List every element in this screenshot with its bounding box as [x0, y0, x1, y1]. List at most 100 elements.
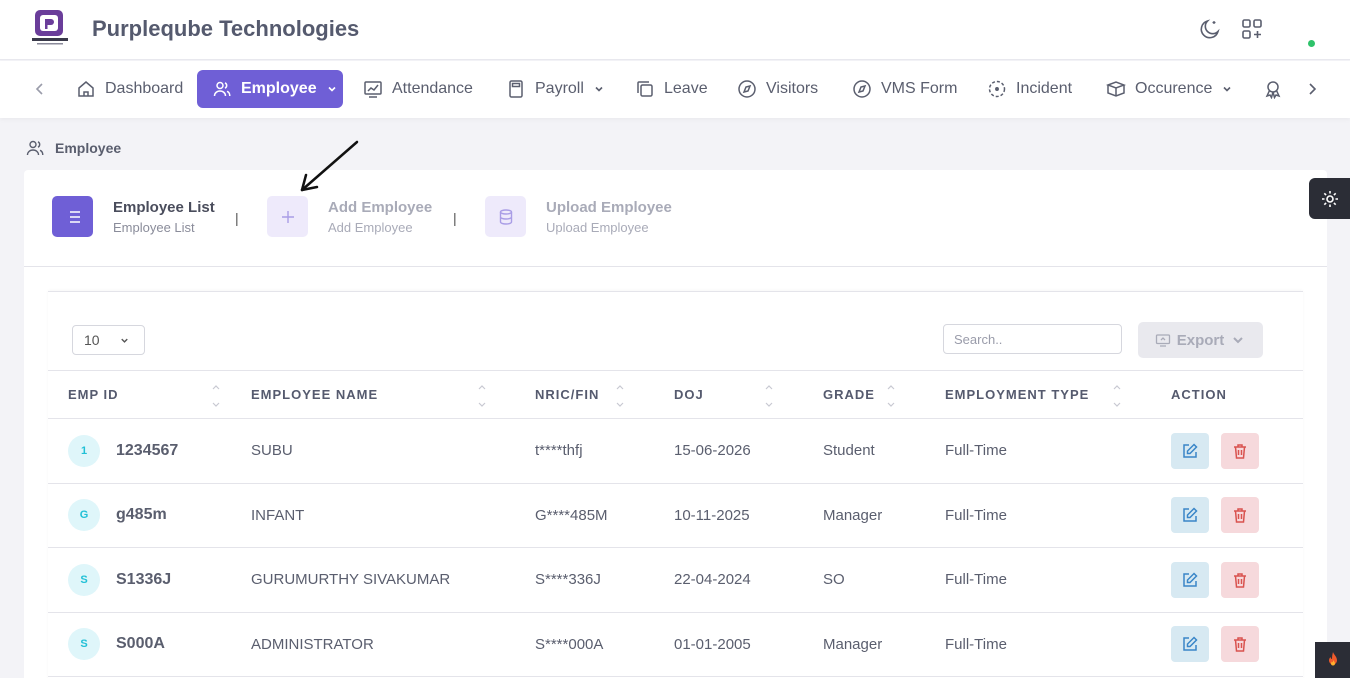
- nav-label: Leave: [664, 80, 708, 97]
- column-header-employee-name[interactable]: EMPLOYEE NAME: [231, 370, 515, 419]
- nav-item-attendance[interactable]: Attendance: [363, 70, 473, 108]
- nav-item-vms-form[interactable]: VMS Form: [852, 70, 957, 108]
- sort-icon: [478, 385, 486, 407]
- edit-button[interactable]: [1171, 497, 1209, 534]
- step-title: Upload Employee: [546, 198, 672, 216]
- nav-label: Occurence: [1135, 80, 1213, 97]
- nav-item-leave[interactable]: Leave: [635, 70, 708, 108]
- trash-icon: [1234, 573, 1246, 588]
- nav-item-award[interactable]: [1263, 70, 1283, 108]
- award-icon: [1265, 81, 1281, 99]
- employee-card: Employee List Employee List | Add Employ…: [24, 170, 1327, 678]
- trash-icon: [1234, 508, 1246, 523]
- grade: Manager: [803, 612, 925, 677]
- column-header-emp-id[interactable]: EMP ID: [48, 370, 231, 419]
- employee-name: ADMINISTRATOR: [231, 612, 515, 677]
- delete-button[interactable]: [1221, 432, 1259, 469]
- grade: Manager: [803, 483, 925, 548]
- nric-fin: t****thfj: [515, 418, 654, 484]
- nric-fin: S****000A: [515, 612, 654, 677]
- delete-button[interactable]: [1221, 497, 1259, 534]
- top-header: Purpleqube Technologies: [0, 0, 1350, 60]
- step-add-employee[interactable]: Add Employee Add Employee: [267, 196, 432, 237]
- nav-label: Payroll: [535, 80, 584, 97]
- doj: 22-04-2024: [654, 547, 803, 613]
- nav-item-payroll[interactable]: Payroll: [506, 70, 605, 108]
- chevron-down-icon: [328, 86, 336, 92]
- edit-icon: [1183, 443, 1198, 458]
- list-icon: [52, 196, 93, 237]
- column-header-grade[interactable]: GRADE: [803, 370, 925, 419]
- nav-scroll-right-icon[interactable]: [1302, 79, 1322, 99]
- nav-item-occurence[interactable]: Occurence: [1106, 70, 1233, 108]
- edit-button[interactable]: [1171, 626, 1209, 663]
- step-employee-list[interactable]: Employee List Employee List: [52, 196, 215, 237]
- export-button[interactable]: Export: [1138, 322, 1263, 358]
- table-header-row: EMP ID EMPLOYEE NAME NRIC/FIN DOJ GRADE …: [48, 370, 1303, 419]
- chart-icon: [364, 81, 382, 98]
- edit-button[interactable]: [1171, 561, 1209, 598]
- employment-type: Full-Time: [925, 612, 1151, 677]
- company-name: Purpleqube Technologies: [92, 16, 360, 41]
- trash-icon: [1234, 637, 1246, 652]
- focus-icon: [988, 80, 1006, 98]
- employee-name: SUBU: [231, 418, 515, 484]
- page-size-select[interactable]: 10: [72, 325, 145, 355]
- employment-type: Full-Time: [925, 483, 1151, 548]
- compass-icon: [738, 80, 756, 98]
- nav-item-employee[interactable]: Employee: [197, 70, 343, 108]
- employment-type: Full-Time: [925, 418, 1151, 484]
- chevron-down-icon: [595, 86, 603, 92]
- column-label: GRADE: [823, 387, 875, 402]
- plus-icon: [267, 196, 308, 237]
- online-status-dot: [1308, 40, 1315, 47]
- search-input[interactable]: [943, 324, 1122, 354]
- emp-id: 1234567: [116, 441, 179, 459]
- annotation-arrow: [300, 140, 359, 192]
- nric-fin: G****485M: [515, 483, 654, 548]
- employee-steps: Employee List Employee List | Add Employ…: [24, 170, 1327, 267]
- table-row[interactable]: S S1336J GURUMURTHY SIVAKUMAR S****336J 2…: [48, 547, 1303, 613]
- nav-label: Visitors: [766, 80, 819, 97]
- settings-toggle-button[interactable]: [1309, 178, 1350, 219]
- nav-item-incident[interactable]: Incident: [987, 70, 1072, 108]
- table-row[interactable]: Gg485m INFANT G****485M 10-11-2025 Manag…: [48, 483, 1303, 548]
- main-nav: Dashboard Employee Attendance Payroll Le…: [0, 61, 1350, 118]
- delete-button[interactable]: [1221, 626, 1259, 663]
- employee-table: EMP ID EMPLOYEE NAME NRIC/FIN DOJ GRADE …: [48, 370, 1303, 677]
- nav-item-dashboard[interactable]: Dashboard: [76, 70, 183, 108]
- users-icon: [213, 81, 231, 97]
- nav-item-visitors[interactable]: Visitors: [737, 70, 818, 108]
- step-title: Add Employee: [328, 198, 433, 216]
- edit-button[interactable]: [1171, 432, 1209, 469]
- table-row[interactable]: 1 1234567 SUBU t****thfj 15-06-2026 Stude…: [48, 418, 1303, 484]
- sort-icon: [887, 385, 895, 407]
- avatar: 1: [68, 434, 100, 467]
- step-upload-employee[interactable]: Upload Employee Upload Employee: [485, 196, 672, 237]
- fire-widget-button[interactable]: [1315, 642, 1350, 678]
- nav-scroll-left-icon[interactable]: [30, 79, 50, 99]
- employment-type: Full-Time: [925, 547, 1151, 613]
- delete-button[interactable]: [1221, 561, 1259, 598]
- column-label: ACTION: [1171, 387, 1227, 402]
- breadcrumb: Employee: [25, 138, 121, 158]
- employee-name: INFANT: [231, 483, 515, 548]
- home-icon: [78, 81, 94, 97]
- fire-icon: [1328, 652, 1337, 666]
- moon-icon[interactable]: [1198, 17, 1222, 41]
- doj: 15-06-2026: [654, 418, 803, 484]
- apps-add-icon[interactable]: [1240, 17, 1264, 41]
- chevron-down-icon: [1223, 86, 1231, 92]
- column-header-employment-type[interactable]: EMPLOYMENT TYPE: [925, 370, 1151, 419]
- company-logo[interactable]: [31, 9, 69, 47]
- emp-id: S1336J: [116, 570, 172, 588]
- sort-icon: [212, 385, 220, 407]
- emp-id: S000A: [116, 635, 165, 653]
- nav-label: Incident: [1016, 80, 1073, 97]
- nav-label: Attendance: [392, 80, 473, 97]
- table-row[interactable]: S S000A ADMINISTRATOR S****000A 01-01-200…: [48, 612, 1303, 677]
- edit-icon: [1183, 507, 1198, 522]
- step-separator: |: [235, 210, 239, 226]
- column-header-nric-fin[interactable]: NRIC/FIN: [515, 370, 654, 419]
- column-header-doj[interactable]: DOJ: [654, 370, 803, 419]
